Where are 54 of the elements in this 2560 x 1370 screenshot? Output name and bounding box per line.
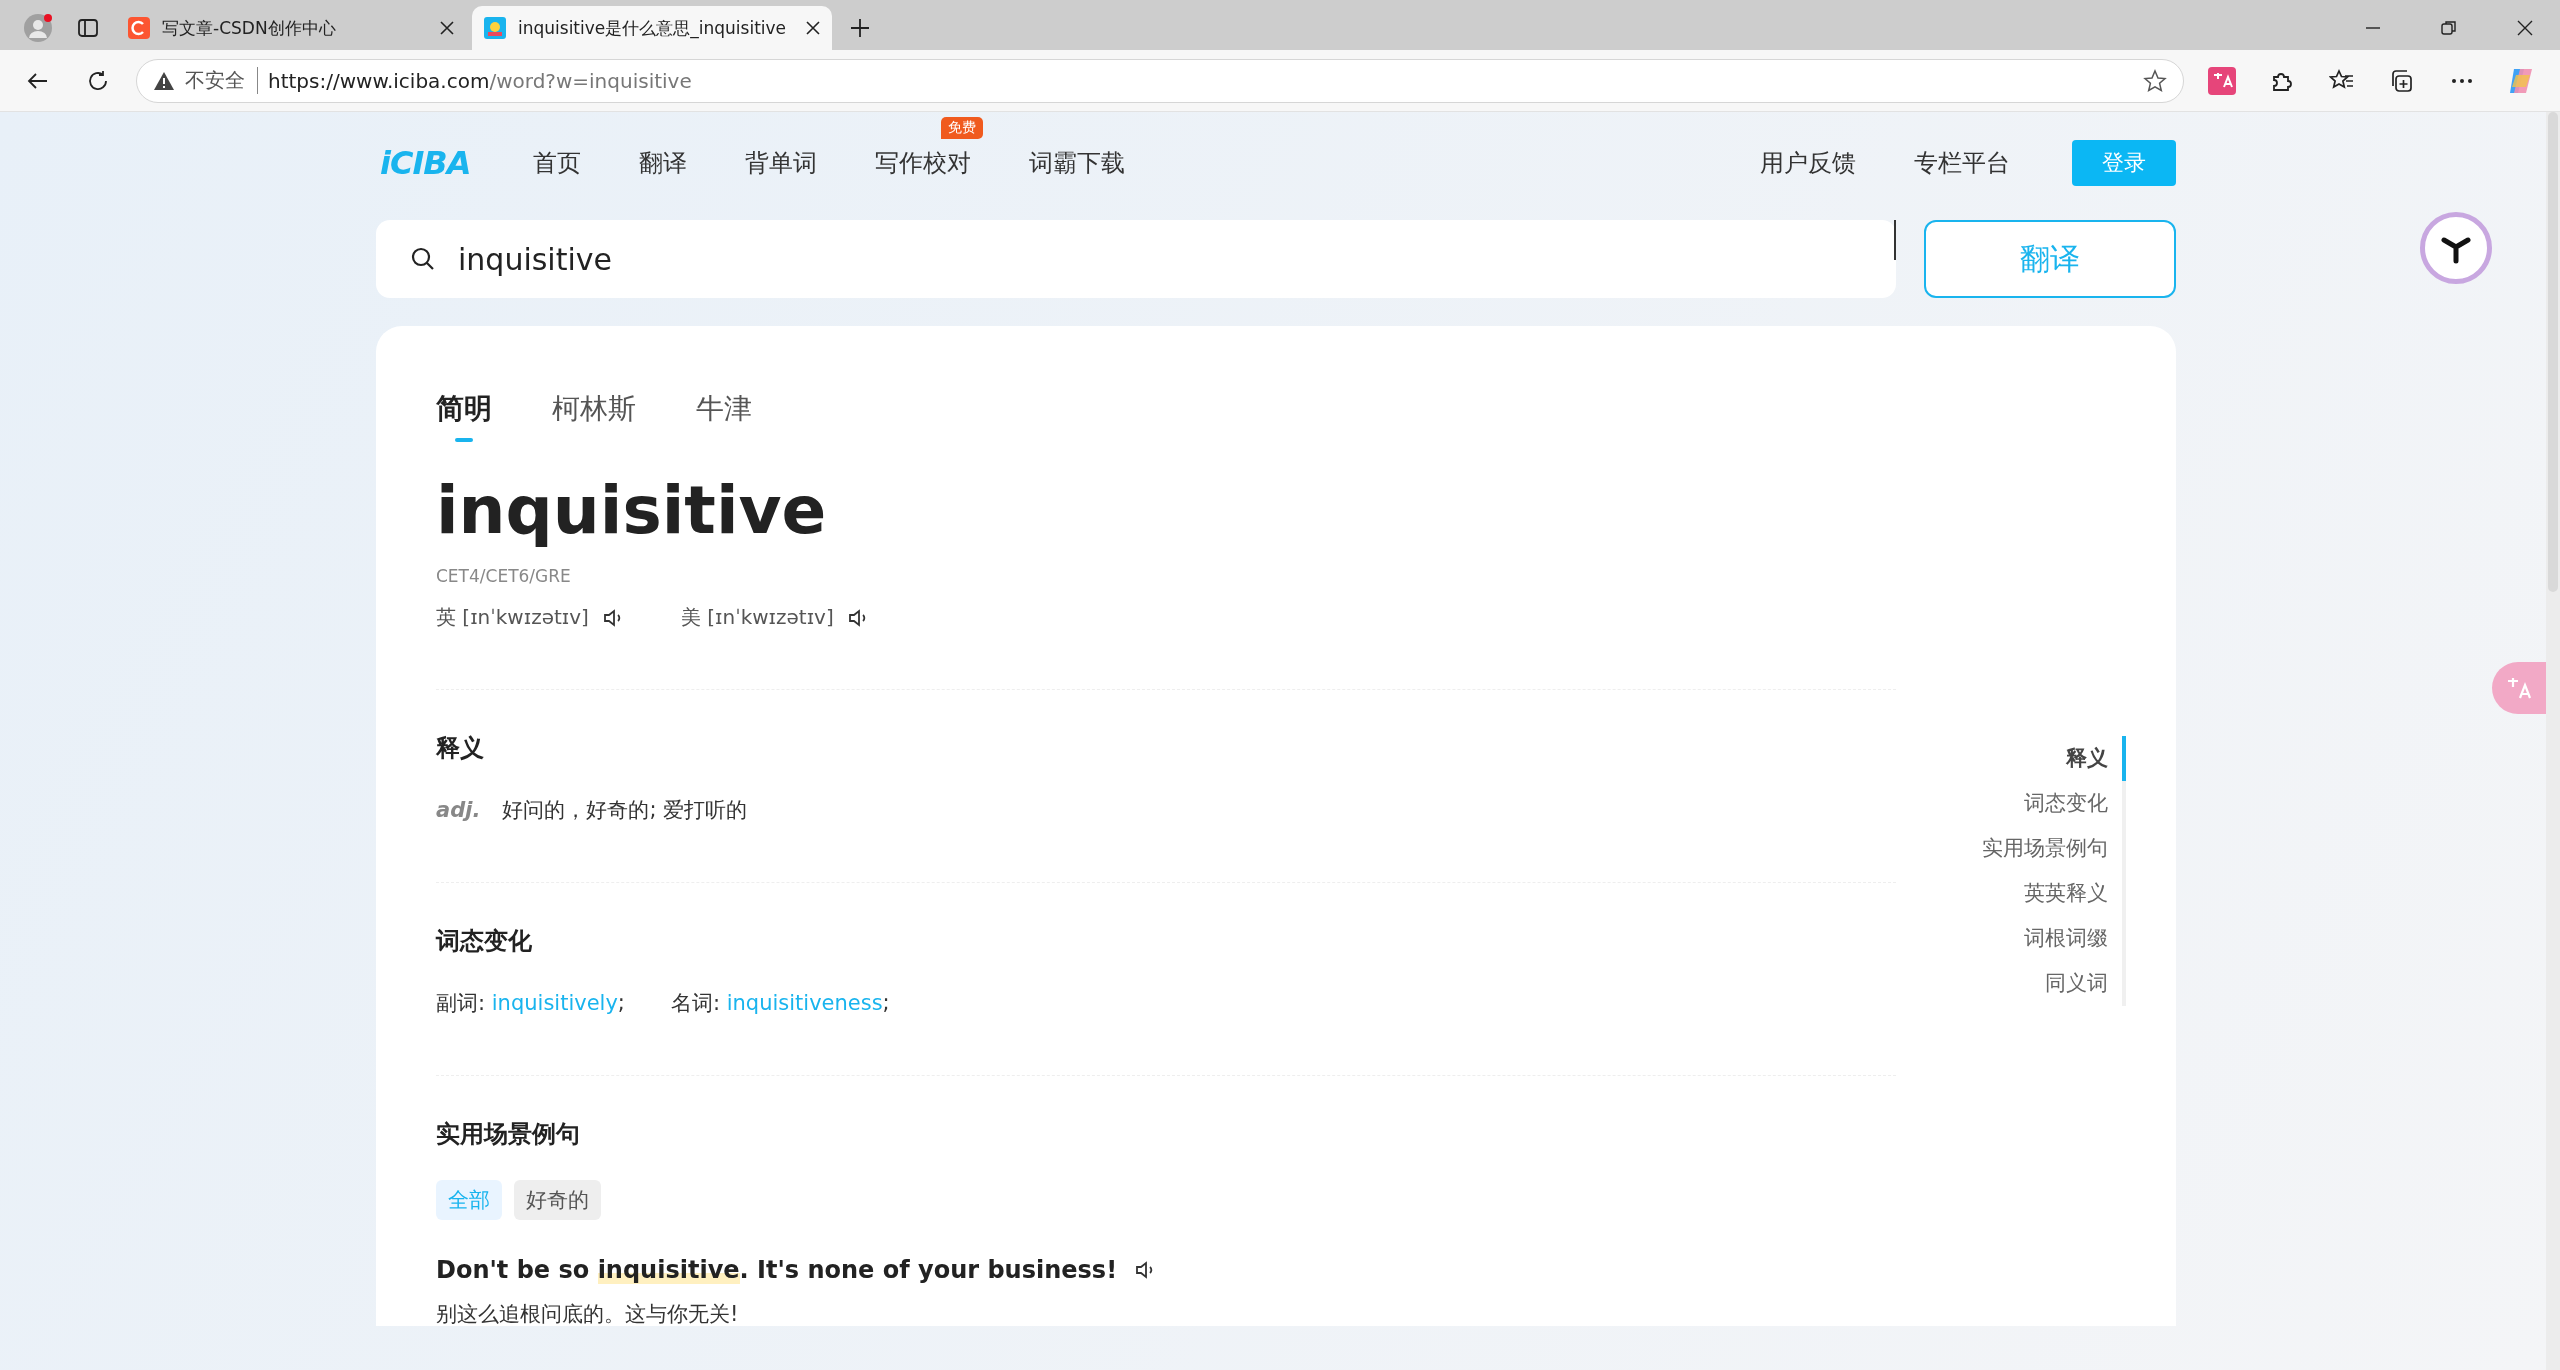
- section-title: 释义: [436, 733, 485, 764]
- warning-icon: [153, 70, 175, 91]
- section-nav-item[interactable]: 词态变化: [2024, 781, 2126, 826]
- filter-chip[interactable]: 好奇的: [514, 1180, 601, 1220]
- url-text: https://www.iciba.com/word?w=inquisitive: [268, 68, 693, 93]
- section-nav-item[interactable]: 释义: [2066, 736, 2126, 781]
- section-title: 词态变化: [436, 926, 533, 957]
- example-sentence: Don't be so inquisitive. It's none of your business!: [436, 1256, 1118, 1284]
- profile-avatar-icon[interactable]: [23, 13, 53, 43]
- browser-tab[interactable]: inquisitive是什么意思_inquisitive: [472, 6, 832, 50]
- section-nav-item[interactable]: 同义词: [2045, 961, 2126, 1006]
- close-icon[interactable]: [440, 21, 454, 35]
- pronunciation: 英 [ɪnˈkwɪzətɪv]: [436, 604, 589, 631]
- csdn-favicon-icon: [128, 17, 150, 39]
- scrollbar[interactable]: [2546, 112, 2560, 1370]
- inflection: 副词: inquisitively;: [436, 990, 625, 1017]
- nav-link[interactable]: 写作校对: [874, 149, 971, 177]
- nav-link[interactable]: 背单词: [744, 149, 817, 177]
- nav-link[interactable]: 专栏平台: [1914, 149, 2010, 177]
- search-icon: [410, 246, 436, 272]
- site-favicon-icon: [484, 17, 506, 39]
- restore-icon[interactable]: [2440, 19, 2458, 37]
- nav-link[interactable]: 翻译: [638, 149, 687, 177]
- section-title: 实用场景例句: [436, 1119, 581, 1150]
- meaning: 好问的，好奇的; 爱打听的: [502, 797, 748, 824]
- tab-title: inquisitive是什么意思_inquisitive: [518, 16, 788, 40]
- dictionary-tab[interactable]: 简明: [436, 390, 492, 442]
- close-icon[interactable]: [806, 21, 820, 35]
- nav-link[interactable]: 用户反馈: [1760, 149, 1856, 177]
- part-of-speech: adj.: [436, 798, 481, 822]
- section-nav-item[interactable]: 实用场景例句: [1982, 826, 2126, 871]
- tab-title: 写文章-CSDN创作中心: [162, 16, 337, 40]
- nav-link[interactable]: 首页: [532, 149, 581, 177]
- section-nav-item[interactable]: 词根词缀: [2024, 916, 2126, 961]
- free-badge: 免费: [940, 117, 983, 139]
- search-field[interactable]: inquisitive: [376, 220, 1896, 298]
- star-icon[interactable]: [2143, 68, 2167, 93]
- translate-icon[interactable]: [2208, 66, 2236, 95]
- close-icon[interactable]: [2516, 19, 2534, 37]
- plus-icon[interactable]: [849, 17, 871, 39]
- nav-link[interactable]: 词霸下载: [1028, 149, 1125, 177]
- browser-tab[interactable]: 写文章-CSDN创作中心: [116, 6, 466, 50]
- inflection: 名词: inquisitiveness;: [670, 990, 890, 1017]
- dictionary-tab[interactable]: 柯林斯: [552, 390, 636, 442]
- address-bar[interactable]: 不安全 https://www.iciba.com/word?w=inquisitive: [136, 58, 2184, 103]
- reload-icon[interactable]: [86, 68, 110, 93]
- security-label: 不安全: [185, 67, 258, 94]
- section-nav-item[interactable]: 英英释义: [2024, 871, 2126, 916]
- pronunciation: 美 [ɪnˈkwɪzətɪv]: [680, 604, 834, 631]
- dictionary-tab[interactable]: 牛津: [696, 390, 752, 442]
- example-translation: 别这么追根问底的。这与你无关!: [436, 1301, 740, 1328]
- collections-icon[interactable]: [2389, 67, 2415, 94]
- tab-actions-icon[interactable]: [77, 17, 99, 39]
- exam-levels: CET4/CET6/GRE: [436, 566, 572, 586]
